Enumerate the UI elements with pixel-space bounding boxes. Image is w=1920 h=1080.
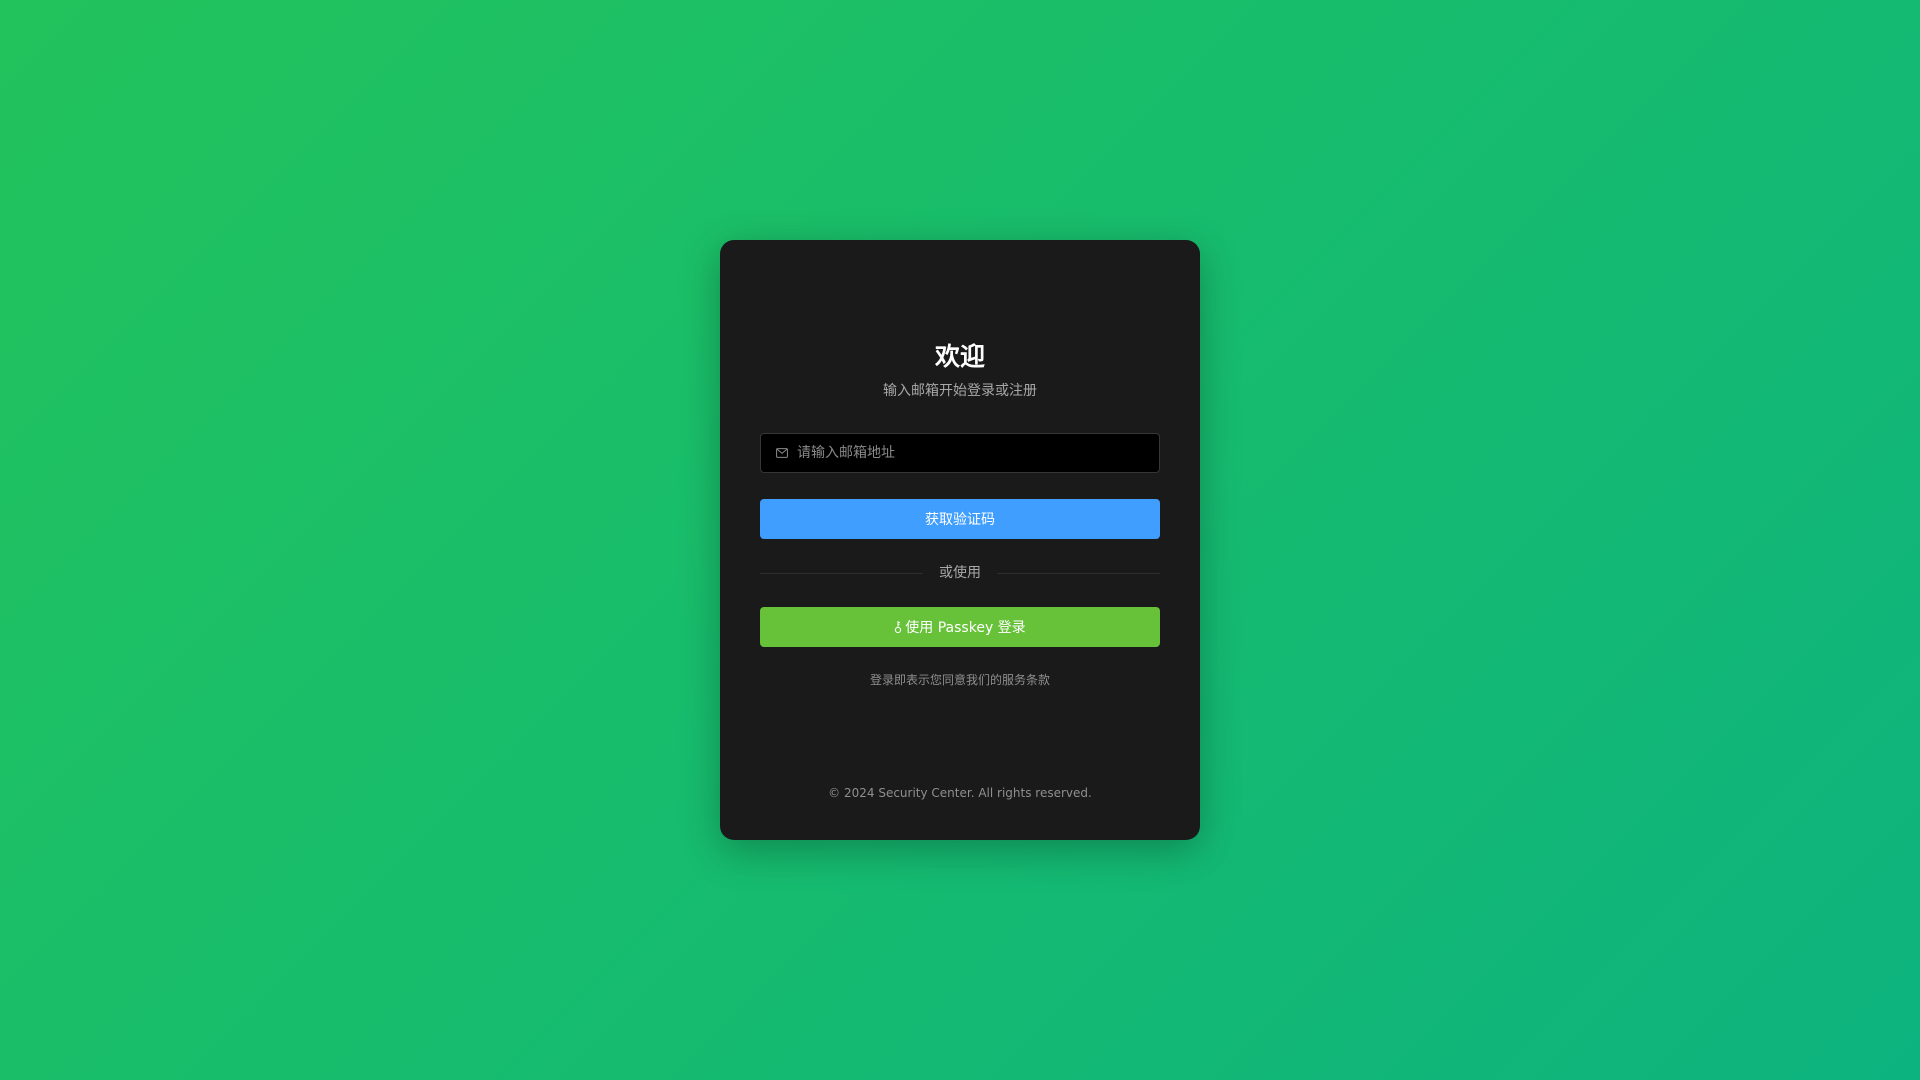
- mail-icon: [775, 446, 789, 460]
- divider-text: 或使用: [939, 565, 981, 581]
- get-code-button[interactable]: 获取验证码: [760, 499, 1160, 539]
- get-code-label: 获取验证码: [925, 512, 995, 528]
- page-subtitle: 输入邮箱开始登录或注册: [883, 383, 1037, 399]
- key-icon: [894, 620, 902, 634]
- page-title: 欢迎: [934, 342, 985, 371]
- divider: 或使用: [760, 563, 1160, 583]
- terms-text: 登录即表示您同意我们的服务条款: [869, 673, 1050, 687]
- divider-line-right: [997, 572, 1160, 574]
- passkey-label: 使用 Passkey 登录: [905, 620, 1026, 636]
- passkey-login-button[interactable]: 使用 Passkey 登录: [760, 607, 1160, 647]
- email-field-container[interactable]: [760, 433, 1160, 473]
- login-card: 欢迎 输入邮箱开始登录或注册 获取验证码 或使用 使用 Passkey 登录: [720, 240, 1200, 840]
- email-input[interactable]: [797, 434, 1159, 472]
- divider-line-left: [760, 572, 923, 574]
- copyright-footer: © 2024 Security Center. All rights reser…: [828, 786, 1092, 800]
